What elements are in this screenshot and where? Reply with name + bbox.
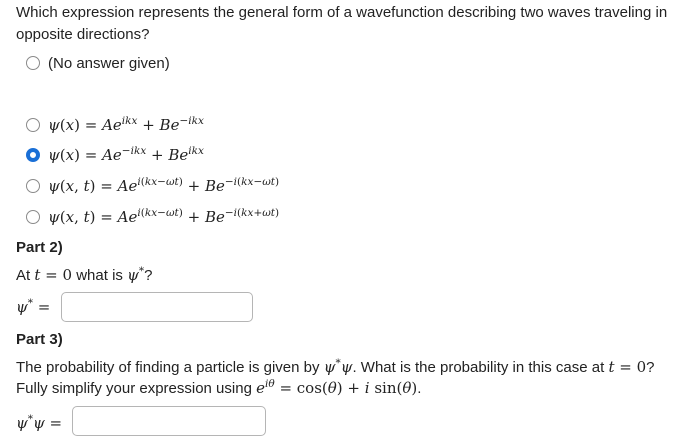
option-formula: ψ(x, t) = Aei(kx−ωt) + Be−i(kx+ωt) — [48, 207, 280, 226]
part3-line1-b: . What is the probability in this case a… — [352, 359, 605, 376]
radio-unselected-icon[interactable] — [26, 118, 40, 132]
option-formula: ψ(x) = Ae−ikx + Beikx — [48, 145, 204, 164]
part3-line1-c: ? — [646, 359, 655, 376]
option-3[interactable]: ψ(x, t) = Aei(kx−ωt) + Be−i(kx−ωt) — [26, 175, 279, 197]
part2-answer-input[interactable] — [61, 292, 253, 322]
question-text: Which expression represents the general … — [16, 4, 668, 43]
option-formula: ψ(x, t) = Aei(kx−ωt) + Be−i(kx−ωt) — [48, 176, 280, 195]
radio-unselected-icon[interactable] — [26, 210, 40, 224]
option-4[interactable]: ψ(x, t) = Aei(kx−ωt) + Be−i(kx+ωt) — [26, 206, 279, 228]
part2-prompt-after: what is — [76, 267, 123, 284]
part2-prompt-end: ? — [144, 267, 153, 284]
part3-line1-math: t = 0 — [608, 358, 647, 376]
part2-prompt: At t = 0 what is ψ*? — [16, 264, 152, 287]
option-2[interactable]: ψ(x) = Ae−ikx + Beikx — [26, 144, 204, 166]
part3-euler-formula: eiθ = cos(θ) + i sin(θ) — [256, 378, 418, 397]
part2-prompt-psi: ψ* — [127, 265, 145, 284]
radio-unselected-icon[interactable] — [26, 179, 40, 193]
part2-prompt-before: At — [16, 267, 31, 284]
part2-answer-label: ψ* = — [16, 297, 51, 316]
part3-heading: Part 3) — [16, 331, 63, 348]
part2-heading: Part 2) — [16, 239, 63, 256]
part3-answer-label: ψ*ψ = — [16, 413, 63, 432]
option-no-answer[interactable]: (No answer given) — [26, 52, 170, 74]
option-formula: ψ(x) = Aeikx + Be−ikx — [48, 115, 204, 134]
option-1[interactable]: ψ(x) = Aeikx + Be−ikx — [26, 114, 204, 136]
part3-line1: The probability of finding a particle is… — [16, 356, 654, 379]
part3-line1-a: The probability of finding a particle is… — [16, 359, 320, 376]
radio-unselected-icon[interactable] — [26, 56, 40, 70]
part3-line1-psi: ψ*ψ — [323, 357, 353, 376]
option-label: (No answer given) — [48, 54, 170, 72]
part3-line2-a: Fully simplify your expression using — [16, 380, 252, 397]
part2-prompt-math: t = 0 — [34, 266, 73, 284]
radio-selected-icon[interactable] — [26, 148, 40, 162]
part3-answer-input[interactable] — [72, 406, 266, 436]
part3-line2: Fully simplify your expression using eiθ… — [16, 377, 421, 400]
part3-line2-b: . — [417, 380, 422, 397]
